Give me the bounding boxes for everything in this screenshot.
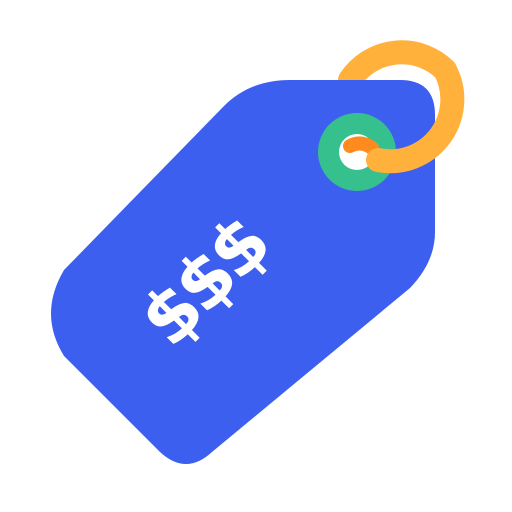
ring-back-arc: [338, 40, 457, 92]
ring-shadow: [343, 136, 379, 155]
price-tag-icon: $$$: [51, 40, 465, 464]
price-tag-illustration: $$$: [0, 0, 512, 512]
